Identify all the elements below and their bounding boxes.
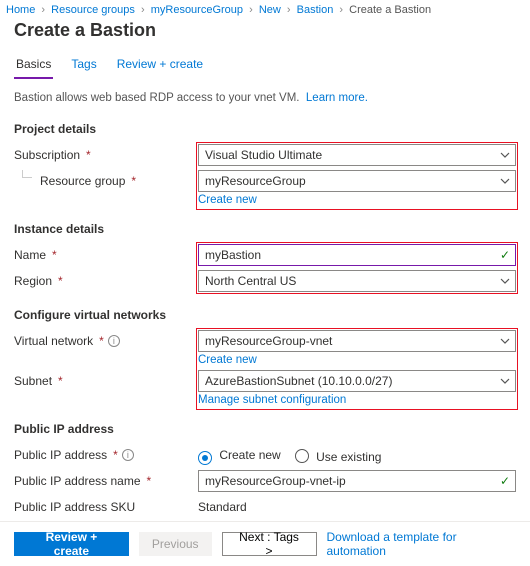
pip-name-label: Public IP address name* (14, 470, 198, 488)
pip-sku-value: Standard (198, 496, 516, 514)
resource-group-create-new-link[interactable]: Create new (198, 194, 516, 206)
breadcrumb: Home › Resource groups › myResourceGroup… (0, 0, 530, 18)
chevron-down-icon (500, 149, 510, 163)
chevron-down-icon (500, 375, 510, 389)
name-input[interactable]: myBastion ✓ (198, 244, 516, 266)
intro-text: Bastion allows web based RDP access to y… (0, 86, 530, 114)
chevron-right-icon: › (141, 4, 145, 16)
subscription-value: Visual Studio Ultimate (205, 148, 322, 162)
review-create-button[interactable]: Review + create (14, 532, 129, 556)
subscription-select[interactable]: Visual Studio Ultimate (198, 144, 516, 166)
chevron-down-icon (500, 175, 510, 189)
radio-selected-icon (198, 451, 212, 465)
checkmark-icon: ✓ (500, 474, 510, 488)
chevron-right-icon: › (287, 4, 291, 16)
region-label: Region* (14, 270, 198, 288)
footer-bar: Review + create Previous Next : Tags > D… (0, 521, 530, 566)
crumb-home[interactable]: Home (6, 4, 35, 16)
crumb-current: Create a Bastion (349, 4, 431, 16)
radio-label-existing: Use existing (316, 450, 381, 464)
pip-radio-use-existing[interactable]: Use existing (295, 447, 382, 464)
tab-strip: Basics Tags Review + create (0, 51, 530, 80)
region-select[interactable]: North Central US (198, 270, 516, 292)
chevron-right-icon: › (249, 4, 253, 16)
subnet-label: Subnet* (14, 370, 198, 388)
chevron-down-icon (500, 275, 510, 289)
chevron-right-icon: › (41, 4, 45, 16)
pip-radio-create-new[interactable]: Create new (198, 448, 281, 463)
info-icon[interactable]: i (122, 449, 134, 461)
info-icon[interactable]: i (108, 335, 120, 347)
subnet-manage-link[interactable]: Manage subnet configuration (198, 394, 516, 406)
pip-name-value: myResourceGroup-vnet-ip (205, 474, 346, 488)
subnet-value: AzureBastionSubnet (10.10.0.0/27) (205, 374, 392, 388)
subscription-label: Subscription* (14, 144, 198, 162)
resource-group-value: myResourceGroup (205, 174, 306, 188)
crumb-my-resource-group[interactable]: myResourceGroup (151, 4, 243, 16)
section-project-details: Project details (0, 114, 530, 142)
crumb-bastion[interactable]: Bastion (297, 4, 334, 16)
radio-label-create: Create new (219, 448, 280, 462)
radio-unselected-icon (295, 449, 309, 463)
next-button[interactable]: Next : Tags > (222, 532, 317, 556)
chevron-down-icon (500, 335, 510, 349)
checkmark-icon: ✓ (500, 248, 510, 262)
resource-group-label: Resource group* (14, 170, 198, 188)
pip-name-input[interactable]: myResourceGroup-vnet-ip ✓ (198, 470, 516, 492)
intro-body: Bastion allows web based RDP access to y… (14, 92, 300, 104)
page-title: Create a Bastion (0, 18, 530, 51)
crumb-resource-groups[interactable]: Resource groups (51, 4, 135, 16)
name-label: Name* (14, 244, 198, 262)
pip-label: Public IP address* i (14, 444, 198, 462)
subnet-select[interactable]: AzureBastionSubnet (10.10.0.0/27) (198, 370, 516, 392)
vnet-value: myResourceGroup-vnet (205, 334, 332, 348)
vnet-create-new-link[interactable]: Create new (198, 354, 516, 366)
section-instance-details: Instance details (0, 208, 530, 242)
vnet-label: Virtual network* i (14, 330, 198, 348)
tab-basics[interactable]: Basics (14, 53, 53, 79)
previous-button: Previous (139, 532, 212, 556)
learn-more-link[interactable]: Learn more. (306, 92, 368, 104)
pip-sku-label: Public IP address SKU (14, 496, 198, 514)
tab-review[interactable]: Review + create (115, 53, 205, 79)
resource-group-select[interactable]: myResourceGroup (198, 170, 516, 192)
crumb-new[interactable]: New (259, 4, 281, 16)
section-vnet: Configure virtual networks (0, 294, 530, 328)
section-public-ip: Public IP address (0, 408, 530, 442)
region-value: North Central US (205, 274, 296, 288)
download-template-link[interactable]: Download a template for automation (327, 530, 516, 558)
tab-tags[interactable]: Tags (69, 53, 98, 79)
chevron-right-icon: › (339, 4, 343, 16)
vnet-select[interactable]: myResourceGroup-vnet (198, 330, 516, 352)
name-value: myBastion (205, 248, 261, 262)
